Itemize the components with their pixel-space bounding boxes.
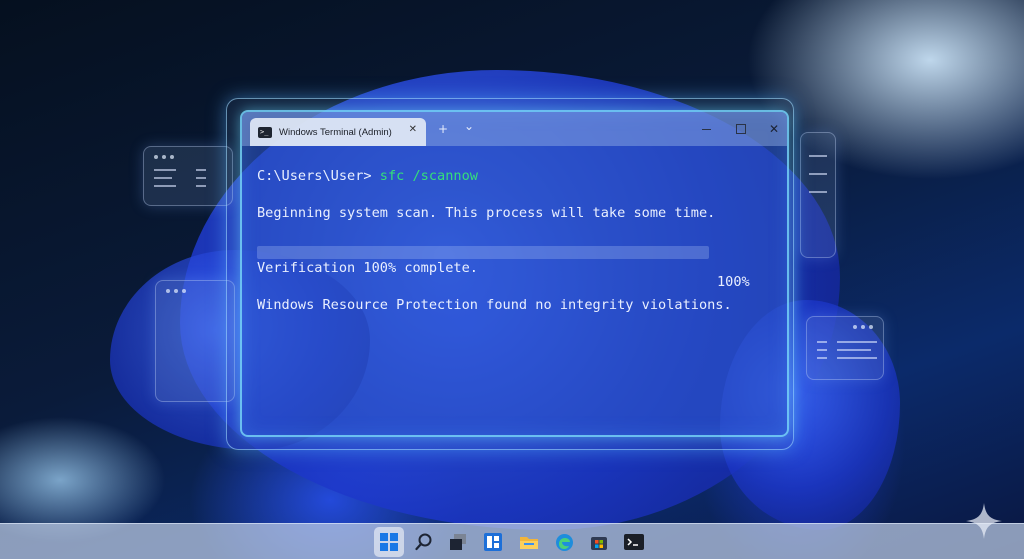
terminal-tab-icon: >_	[258, 126, 272, 138]
prompt: C:\Users\User>	[257, 168, 380, 184]
terminal-window[interactable]: >_ Windows Terminal (Admin) ✕ + ⌄ ✕ C:\U…	[240, 110, 789, 437]
terminal-icon[interactable]	[619, 527, 649, 557]
start-icon[interactable]	[374, 527, 404, 557]
floating-panel	[800, 132, 836, 258]
tab-dropdown-icon[interactable]: ⌄	[464, 116, 474, 136]
progress-percent: 100%	[717, 274, 750, 290]
sparkle-icon	[966, 503, 1002, 539]
output-line: Beginning system scan. This process will…	[257, 205, 716, 221]
minimize-button[interactable]	[697, 119, 717, 139]
terminal-tab[interactable]: >_ Windows Terminal (Admin) ✕	[250, 118, 426, 146]
floating-panel	[155, 280, 235, 402]
command-text: sfc /scannow	[379, 168, 478, 184]
output-line: Windows Resource Protection found no int…	[257, 297, 732, 313]
floating-panel	[143, 146, 233, 206]
task-view-icon[interactable]	[443, 527, 473, 557]
progress-row: 100%	[257, 242, 777, 290]
taskbar	[0, 523, 1024, 559]
console-output[interactable]: C:\Users\User> sfc /scannow Beginning sy…	[257, 164, 772, 313]
floating-panel	[806, 316, 884, 380]
close-tab-icon[interactable]: ✕	[409, 124, 417, 135]
tab-title: Windows Terminal (Admin)	[279, 126, 392, 138]
search-icon[interactable]	[409, 527, 439, 557]
maximize-button[interactable]	[731, 119, 751, 139]
progress-bar	[257, 246, 709, 259]
widgets-icon[interactable]	[478, 527, 508, 557]
close-window-button[interactable]: ✕	[764, 119, 784, 139]
title-bar[interactable]: >_ Windows Terminal (Admin) ✕ + ⌄ ✕	[242, 112, 787, 146]
new-tab-button[interactable]: +	[438, 119, 448, 139]
output-line: Verification 100% complete.	[257, 260, 478, 276]
prompt-line: C:\Users\User> sfc /scannow	[257, 168, 478, 184]
file-explorer-icon[interactable]	[514, 527, 544, 557]
edge-icon[interactable]	[549, 527, 579, 557]
store-icon[interactable]	[584, 527, 614, 557]
